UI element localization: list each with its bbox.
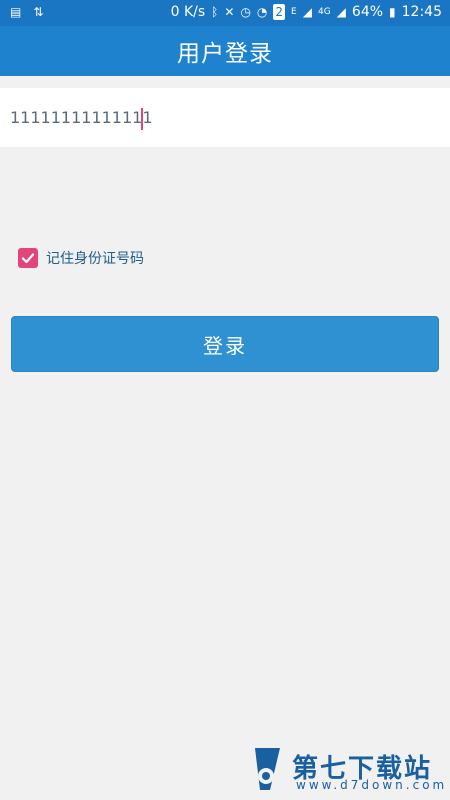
remember-label: 记住身份证号码	[46, 251, 144, 267]
wifi-icon: ◔	[256, 5, 268, 19]
battery-icon: ▮	[389, 5, 396, 19]
login-button[interactable]: 登录	[11, 316, 439, 372]
message-icon: ▤	[10, 5, 22, 19]
edge-badge: E	[291, 7, 297, 17]
remember-checkbox[interactable]	[18, 248, 38, 268]
watermark-url: www.d7down.com	[296, 778, 448, 792]
battery-level: 64%	[351, 4, 384, 20]
sim-badge: 2	[273, 4, 286, 20]
alarm-icon: ◷	[240, 5, 251, 19]
page-title: 用户登录	[177, 41, 273, 67]
text-cursor	[141, 108, 143, 130]
id-number-field[interactable]	[0, 88, 450, 147]
data-transfer-icon: ⇅	[33, 5, 44, 19]
remember-id-row[interactable]: 记住身份证号码	[18, 248, 144, 268]
login-button-label: 登录	[203, 333, 247, 358]
network-type: 4G	[317, 7, 331, 17]
checkmark-icon	[21, 253, 35, 264]
status-bar: ▤ ⇅ 0 K/s ᛒ ✕ ◷ ◔ 2 E ◢ 4G ◢ 64% ▮ 12:45	[0, 0, 450, 26]
watermark-logo-icon	[255, 748, 280, 790]
watermark: 第七下载站 www.d7down.com	[252, 746, 444, 794]
mute-icon: ✕	[224, 5, 235, 19]
clock: 12:45	[401, 4, 442, 20]
signal-icon-2: ◢	[336, 5, 346, 19]
signal-icon: ◢	[302, 5, 312, 19]
bluetooth-icon: ᛒ	[211, 5, 219, 19]
network-speed: 0 K/s	[170, 4, 206, 20]
app-bar: 用户登录	[0, 26, 450, 76]
id-number-input[interactable]	[10, 88, 430, 147]
